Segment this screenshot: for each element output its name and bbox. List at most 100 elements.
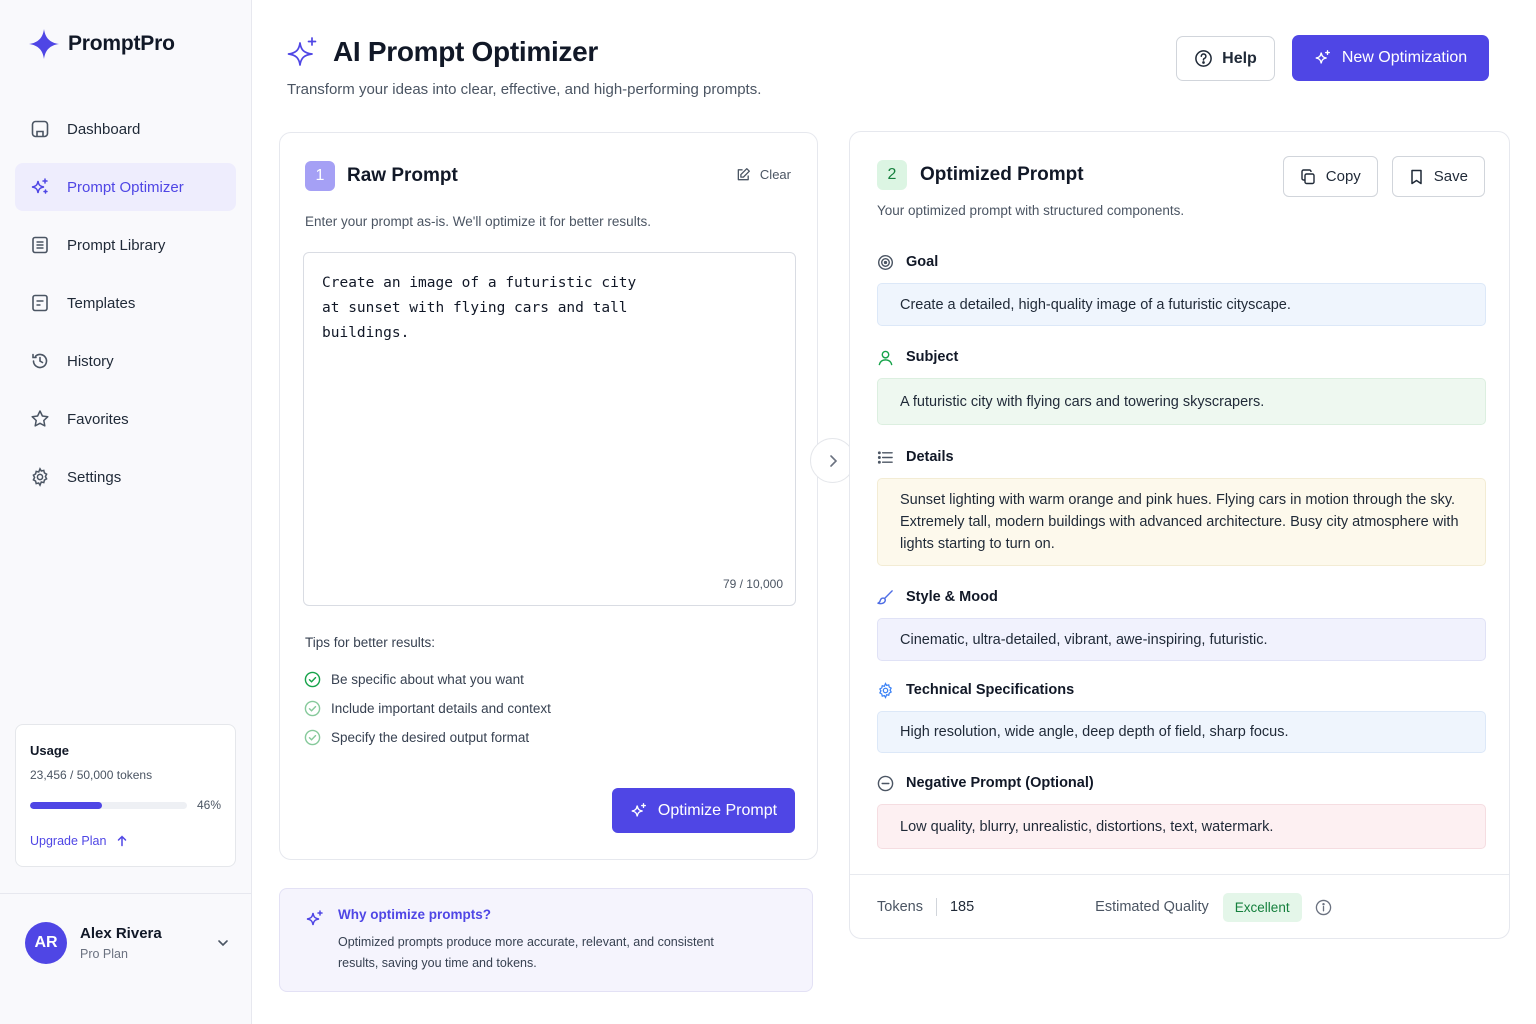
help-button[interactable]: Help — [1176, 36, 1275, 81]
sidebar-item-prompt-library[interactable]: Prompt Library — [15, 221, 236, 269]
help-label: Help — [1222, 49, 1257, 67]
copy-button[interactable]: Copy — [1282, 156, 1378, 197]
list-item: Specify the desired output format — [304, 723, 551, 752]
page-header: AI Prompt Optimizer — [287, 36, 598, 68]
character-count: 79 / 10,000 — [722, 577, 783, 591]
section-label: Negative Prompt (Optional) — [906, 775, 1094, 791]
sidebar-item-label: Prompt Optimizer — [67, 178, 184, 196]
sidebar-item-prompt-optimizer[interactable]: Prompt Optimizer — [15, 163, 236, 211]
divider — [850, 874, 1509, 875]
list-item: Include important details and context — [304, 694, 551, 723]
gear-icon — [877, 681, 894, 699]
tokens-label: Tokens — [877, 899, 923, 915]
user-plan: Pro Plan — [80, 947, 128, 961]
section-content: Sunset lighting with warm orange and pin… — [877, 478, 1486, 566]
check-circle-icon — [304, 671, 321, 688]
home-icon — [29, 118, 51, 140]
section-negative-prompt: Negative Prompt (Optional) Low quality, … — [877, 773, 1486, 849]
usage-progress-fill — [30, 801, 103, 809]
section-goal: Goal Create a detailed, high-quality ima… — [877, 252, 1486, 326]
sparkles-icon — [630, 802, 648, 820]
chevron-right-icon — [825, 453, 841, 469]
sparkles-icon — [1314, 49, 1332, 67]
sidebar-item-label: History — [67, 352, 114, 370]
optimized-prompt-title: Optimized Prompt — [920, 164, 1084, 185]
section-label: Technical Specifications — [906, 682, 1075, 698]
list-item: Be specific about what you want — [304, 665, 551, 694]
step-badge: 2 — [877, 160, 907, 190]
tips-title: Tips for better results: — [305, 635, 436, 650]
divider — [935, 898, 937, 916]
upgrade-plan-link[interactable]: Upgrade Plan — [30, 834, 221, 848]
check-circle-icon — [304, 729, 321, 746]
step-badge: 1 — [305, 161, 335, 191]
section-technical-specifications: Technical Specifications High resolution… — [877, 680, 1486, 753]
sidebar-item-label: Dashboard — [67, 120, 141, 138]
optimized-prompt-card: 2 Optimized Prompt Copy Save Your optimi… — [849, 131, 1510, 939]
raw-prompt-description: Enter your prompt as-is. We'll optimize … — [305, 214, 651, 229]
clear-label: Clear — [759, 167, 791, 182]
sidebar-item-dashboard[interactable]: Dashboard — [15, 105, 236, 153]
minus-circle-icon — [877, 775, 894, 792]
list-icon — [877, 449, 894, 466]
section-content: A futuristic city with flying cars and t… — [877, 378, 1486, 425]
arrow-up-icon — [116, 835, 128, 847]
why-optimize-text: Optimized prompts produce more accurate,… — [338, 935, 714, 970]
status-badge: Excellent — [1222, 892, 1302, 922]
sparkles-icon — [305, 909, 325, 929]
divider — [0, 893, 251, 894]
section-label: Subject — [906, 349, 959, 365]
logo[interactable]: PromptPro — [28, 28, 175, 60]
brush-icon — [877, 589, 894, 606]
section-content: Low quality, blurry, unrealistic, distor… — [877, 804, 1486, 849]
usage-card: Usage 23,456 / 50,000 tokens 46% Upgrade… — [15, 724, 236, 867]
raw-prompt-text[interactable]: Create an image of a futuristic city at … — [322, 271, 642, 346]
sparkles-icon — [287, 36, 319, 68]
section-content: Create a detailed, high-quality image of… — [877, 283, 1486, 326]
bookmark-icon — [1409, 169, 1424, 185]
why-optimize-card: Why optimize prompts? Optimized prompts … — [279, 888, 813, 992]
sidebar-nav: Dashboard Prompt Optimizer Prompt Librar… — [15, 105, 236, 511]
sidebar-item-label: Settings — [67, 468, 122, 486]
edit-icon — [736, 167, 751, 182]
section-label: Goal — [906, 254, 939, 270]
app-name: PromptPro — [68, 32, 175, 55]
usage-tokens: 23,456 / 50,000 tokens — [30, 768, 153, 782]
optimized-footer: Tokens 185 Estimated Quality Excellent — [877, 892, 1486, 922]
tip-text: Include important details and context — [331, 701, 551, 716]
copy-label: Copy — [1325, 168, 1361, 185]
template-icon — [29, 292, 51, 314]
avatar: AR — [25, 922, 67, 964]
library-icon — [29, 234, 51, 256]
sidebar-item-label: Prompt Library — [67, 236, 166, 254]
usage-percent: 46% — [196, 798, 221, 812]
raw-prompt-card: 1 Raw Prompt Clear Enter your prompt as-… — [279, 132, 818, 860]
sidebar-item-history[interactable]: History — [15, 337, 236, 385]
user-profile[interactable]: AR Alex Rivera Pro Plan — [25, 922, 230, 964]
tip-text: Be specific about what you want — [331, 672, 524, 687]
check-circle-icon — [304, 700, 321, 717]
user-icon — [877, 349, 894, 366]
optimized-prompt-description: Your optimized prompt with structured co… — [877, 203, 1185, 218]
sparkles-icon — [29, 176, 51, 198]
save-label: Save — [1433, 168, 1468, 185]
section-label: Style & Mood — [906, 589, 998, 605]
star-icon — [29, 408, 51, 430]
usage-progress-bar — [30, 801, 187, 809]
history-icon — [29, 350, 51, 372]
sidebar-item-settings[interactable]: Settings — [15, 453, 236, 501]
tip-text: Specify the desired output format — [331, 730, 530, 745]
why-optimize-title: Why optimize prompts? — [338, 907, 491, 922]
clear-button[interactable]: Clear — [736, 167, 791, 182]
optimize-prompt-button[interactable]: Optimize Prompt — [612, 788, 795, 833]
sidebar-item-templates[interactable]: Templates — [15, 279, 236, 327]
info-icon[interactable] — [1315, 899, 1332, 916]
chevron-down-icon[interactable] — [216, 936, 230, 950]
page-title: AI Prompt Optimizer — [333, 36, 598, 67]
upgrade-plan-label: Upgrade Plan — [30, 834, 107, 848]
sidebar-item-favorites[interactable]: Favorites — [15, 395, 236, 443]
section-details: Details Sunset lighting with warm orange… — [877, 447, 1486, 566]
save-button[interactable]: Save — [1391, 156, 1485, 197]
new-optimization-button[interactable]: New Optimization — [1292, 35, 1489, 81]
raw-prompt-input[interactable]: Create an image of a futuristic city at … — [303, 252, 796, 606]
